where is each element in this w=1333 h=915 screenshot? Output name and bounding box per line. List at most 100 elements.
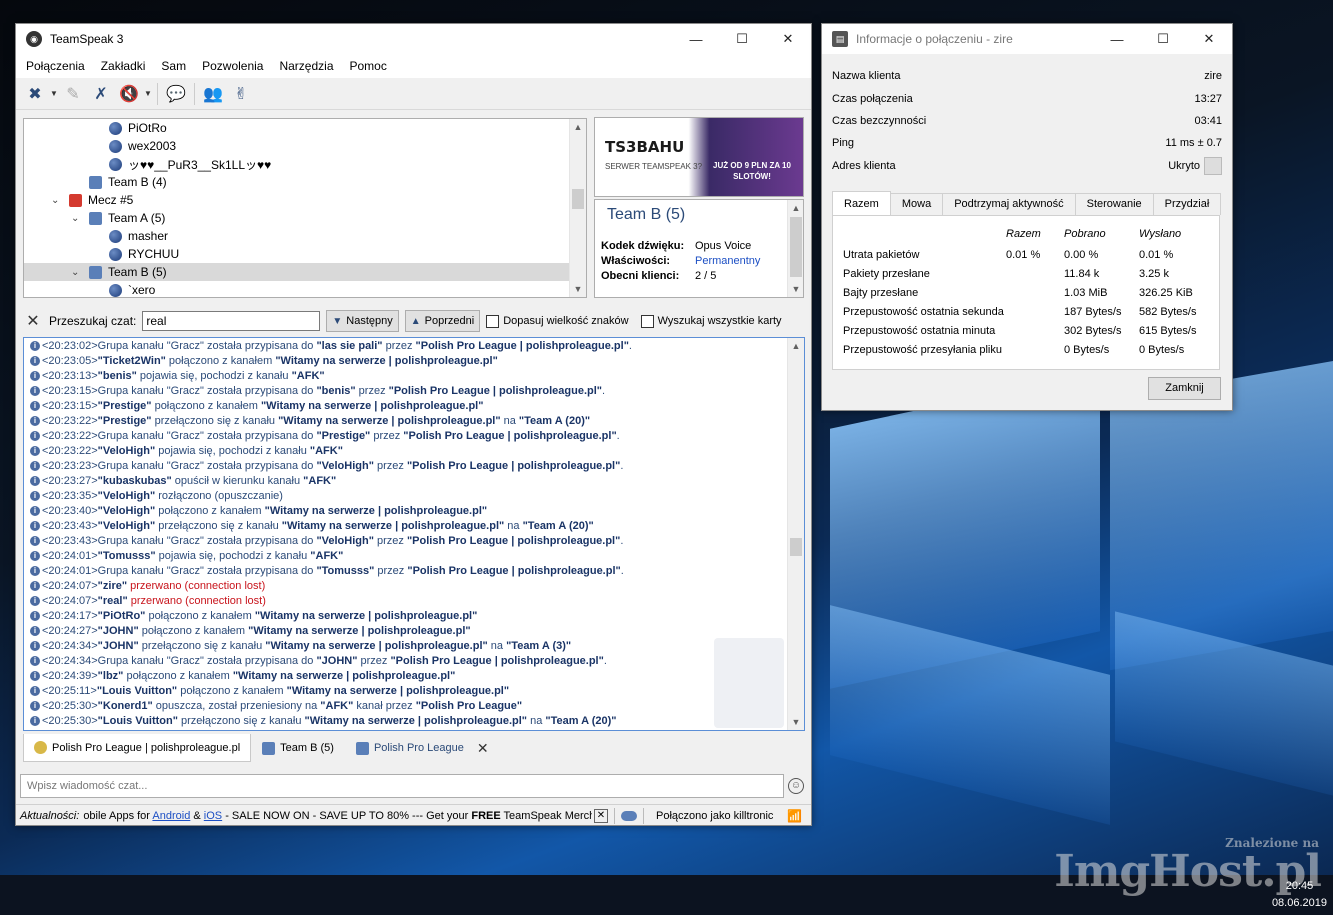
tab-keepalive[interactable]: Podtrzymaj aktywność [942, 193, 1076, 215]
chat-name[interactable]: "PiOtRo" [98, 610, 146, 622]
chat-name[interactable]: "AFK" [303, 475, 336, 487]
zamknij-button[interactable]: Zamknij [1148, 377, 1221, 400]
menu-narzedzia[interactable]: Narzędzia [271, 59, 341, 73]
chat-name[interactable]: "Tomusss" [316, 565, 374, 577]
expand-arrow-icon[interactable]: ⌄ [71, 213, 79, 224]
android-link[interactable]: Android [152, 810, 190, 822]
chat-name[interactable]: "benis" [98, 370, 137, 382]
tab-przydzial[interactable]: Przydział [1152, 193, 1222, 215]
chat-name[interactable]: "Team A (20)" [519, 415, 590, 427]
chevron-down-icon[interactable]: ▼ [50, 89, 58, 98]
chat-name[interactable]: "Polish Pro League | polishproleague.pl" [403, 430, 616, 442]
permanent-link[interactable]: Permanentny [695, 255, 760, 267]
chat-name[interactable]: "Polish Pro League | polishproleague.pl" [407, 565, 620, 577]
chat-name[interactable]: "Witamy na serwerze | polishproleague.pl… [282, 520, 504, 532]
info-scrollbar[interactable]: ▲ ▼ [787, 200, 803, 297]
chat-name[interactable]: "lbz" [98, 670, 124, 682]
menu-pozwolenia[interactable]: Pozwolenia [194, 59, 271, 73]
tree-user[interactable]: `xero [24, 281, 586, 297]
channel-tree[interactable]: PiOtRo wex2003 ッ♥♥__PuR3__Sk1LLッ♥♥ Team B (… [23, 118, 587, 298]
chat-name[interactable]: "VeloHigh" [316, 460, 374, 472]
chat-name[interactable]: "Witamy na serwerze | polishproleague.pl… [248, 625, 470, 637]
chat-name[interactable]: "Witamy na serwerze | polishproleague.pl… [255, 610, 477, 622]
chat-name[interactable]: "AFK" [292, 370, 325, 382]
mute-speakers-icon[interactable]: 🔇 [116, 81, 142, 107]
message-input[interactable]: Wpisz wiadomość czat... [20, 774, 784, 798]
title-bar[interactable]: ▤ Informacje o połączeniu - zire — ☐ ✕ [822, 24, 1232, 54]
tab-mowa[interactable]: Mowa [889, 193, 944, 215]
close-news-icon[interactable]: ✕ [594, 808, 608, 823]
mute-microphone-icon[interactable]: ✗ [88, 81, 114, 107]
chat-name[interactable]: "Witamy na serwerze | polishproleague.pl… [261, 400, 483, 412]
chat-name[interactable]: "VeloHigh" [98, 445, 156, 457]
chat-name[interactable]: "zire" [98, 580, 127, 592]
chat-name[interactable]: "VeloHigh" [98, 520, 156, 532]
tab-razem[interactable]: Razem [832, 191, 891, 215]
emoji-icon[interactable]: ☺ [788, 778, 804, 794]
close-tab-icon[interactable]: ✕ [477, 740, 489, 757]
chat-name[interactable]: "Konerd1" [98, 700, 153, 712]
chat-log[interactable]: i <20:23:02> Grupa kanału "Gracz" została … [23, 337, 805, 731]
chat-name[interactable]: "VeloHigh" [98, 505, 156, 517]
tree-channel[interactable]: ⌄ Mecz #5 [24, 191, 586, 209]
checkbox-box[interactable] [486, 314, 500, 328]
scroll-up-icon[interactable]: ▲ [788, 338, 804, 354]
away-icon[interactable]: ✎ [60, 81, 86, 107]
minimize-button[interactable]: — [1094, 24, 1140, 54]
chat-name[interactable]: "AFK" [310, 445, 343, 457]
search-input[interactable] [142, 311, 321, 331]
close-button[interactable]: ✕ [765, 24, 811, 54]
subscribe-icon[interactable]: ✌ [228, 81, 254, 107]
scroll-up-icon[interactable]: ▲ [570, 119, 586, 135]
tab-sterowanie[interactable]: Sterowanie [1074, 193, 1154, 215]
chat-name[interactable]: "JOHN" [98, 640, 139, 652]
search-all-tabs-checkbox[interactable]: Wyszukaj wszystkie karty [640, 314, 782, 328]
copy-icon[interactable] [1204, 157, 1222, 176]
chat-name[interactable]: "Witamy na serwerze | polishproleague.pl… [233, 670, 455, 682]
chat-name[interactable]: "AFK" [310, 550, 343, 562]
cloud-icon[interactable] [621, 810, 637, 821]
connection-quality-icon[interactable]: 📶 [787, 809, 802, 823]
tab-server-private[interactable]: Polish Pro League ✕ [345, 734, 500, 762]
chat-name[interactable]: "Tomusss" [98, 550, 156, 562]
taskbar-clock[interactable]: 20:45 08.06.2019 [1272, 878, 1327, 912]
chat-name[interactable]: "Witamy na serwerze | polishproleague.pl… [265, 640, 487, 652]
chat-name[interactable]: "Witamy na serwerze | polishproleague.pl… [287, 685, 509, 697]
checkbox-box[interactable] [640, 314, 654, 328]
tree-channel[interactable]: ⌄ Team A (5) [24, 209, 586, 227]
scroll-down-icon[interactable]: ▼ [570, 281, 586, 297]
tree-scrollbar[interactable]: ▲ ▼ [569, 119, 586, 297]
chat-name[interactable]: "Witamy na serwerze | polishproleague.pl… [305, 715, 527, 727]
maximize-button[interactable]: ☐ [1140, 24, 1186, 54]
chat-name[interactable]: "Polish Pro League | polishproleague.pl" [407, 535, 620, 547]
title-bar[interactable]: ◉ TeamSpeak 3 — ☐ ✕ [16, 24, 811, 54]
chat-name[interactable]: "VeloHigh" [316, 535, 374, 547]
tree-user[interactable]: PiOtRo [24, 119, 586, 137]
chat-name[interactable]: "AFK" [320, 700, 353, 712]
chat-scrollbar[interactable]: ▲ ▼ [787, 338, 804, 730]
chat-name[interactable]: "Louis Vuitton" [97, 685, 177, 697]
scroll-thumb[interactable] [790, 217, 802, 277]
chat-name[interactable]: "real" [98, 595, 128, 607]
disconnect-icon[interactable]: ✖ [22, 81, 48, 107]
menu-pomoc[interactable]: Pomoc [342, 59, 395, 73]
tree-user[interactable]: RYCHUU [24, 245, 586, 263]
tree-user[interactable]: wex2003 [24, 137, 586, 155]
menu-zakladki[interactable]: Zakładki [93, 59, 154, 73]
chat-name[interactable]: "Polish Pro League | polishproleague.pl" [416, 340, 629, 352]
chat-name[interactable]: "Team A (3)" [506, 640, 571, 652]
scroll-up-icon[interactable]: ▲ [788, 200, 803, 216]
chat-name[interactable]: "Witamy na serwerze | polishproleague.pl… [265, 505, 487, 517]
ios-link[interactable]: iOS [204, 810, 222, 822]
scroll-thumb[interactable] [572, 189, 584, 209]
close-search-icon[interactable]: ✕ [23, 311, 43, 331]
chat-name[interactable]: "Witamy na serwerze | polishproleague.pl… [278, 415, 500, 427]
chat-name[interactable]: "benis" [316, 385, 355, 397]
tree-user[interactable]: masher [24, 227, 586, 245]
chat-name[interactable]: "Prestige" [316, 430, 370, 442]
expand-arrow-icon[interactable]: ⌄ [71, 267, 79, 278]
chat-name[interactable]: "JOHN" [98, 625, 139, 637]
chat-name[interactable]: "Polish Pro League | polishproleague.pl" [389, 385, 602, 397]
chat-name[interactable]: "Ticket2Win" [98, 355, 166, 367]
chat-name[interactable]: "Prestige" [98, 415, 152, 427]
